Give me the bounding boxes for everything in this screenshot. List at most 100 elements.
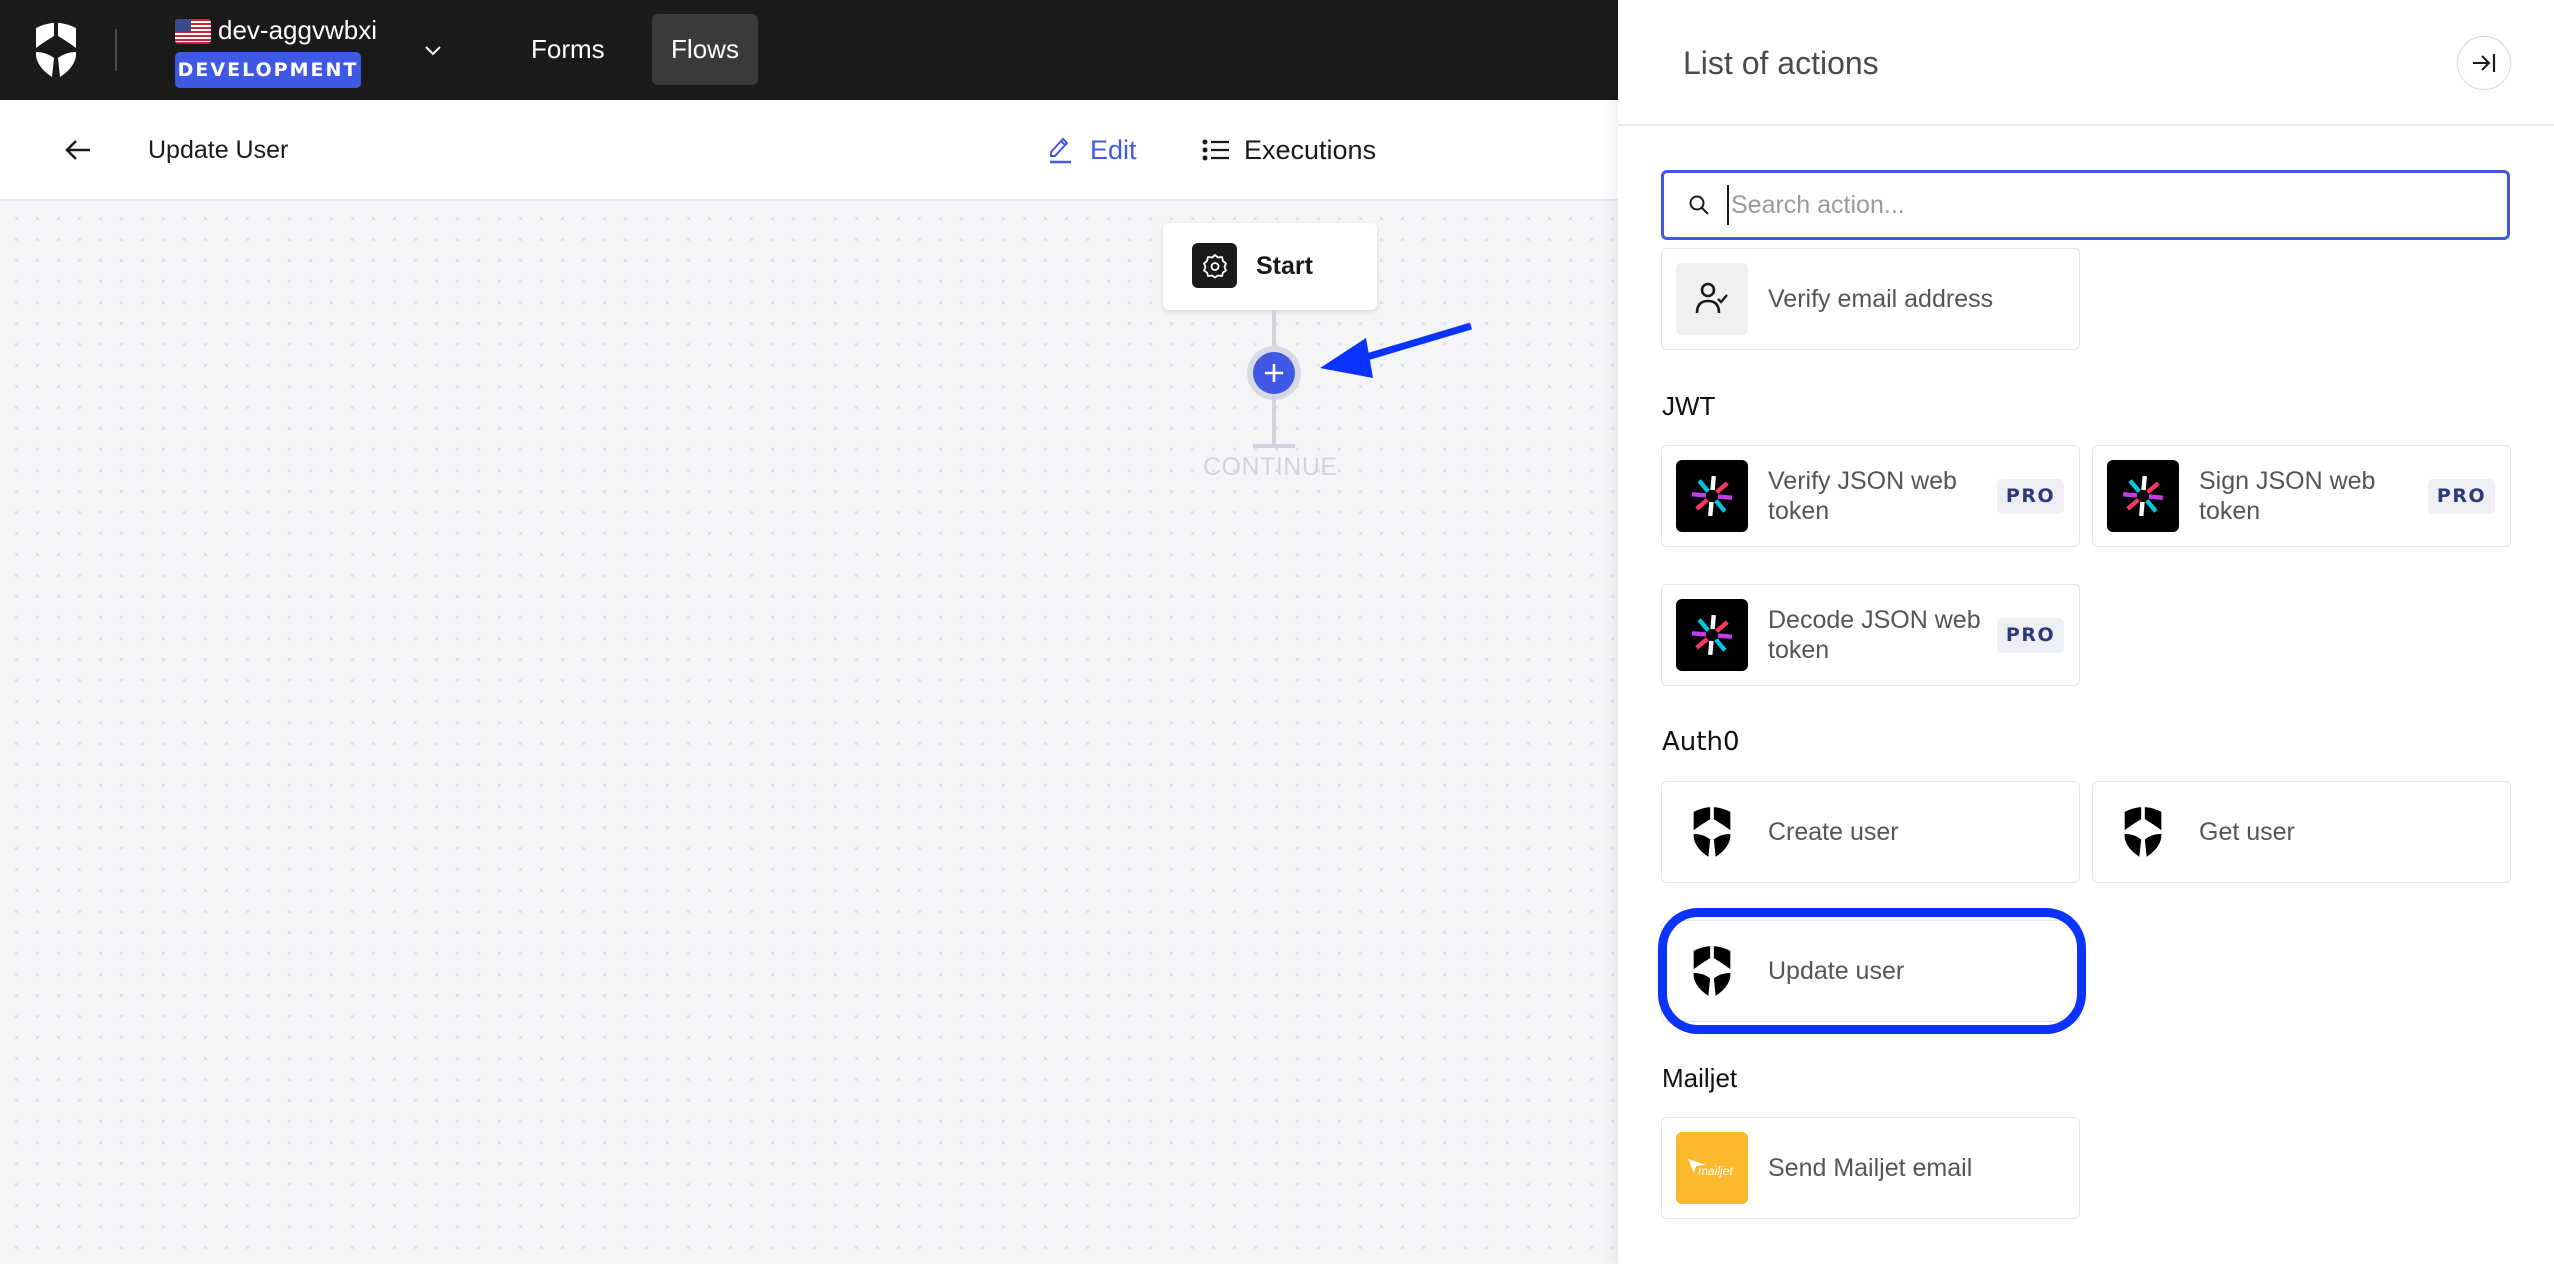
shield-segment (1693, 972, 1711, 996)
shield-segment (1713, 972, 1731, 996)
search-action-field[interactable] (1661, 170, 2510, 240)
action-label: Send Mailjet email (1768, 1154, 1973, 1182)
shield-segment (2124, 807, 2142, 831)
jwt-spoke (1695, 498, 1709, 511)
action-card-get-user[interactable]: Get user (2092, 781, 2511, 883)
action-label: Sign JSON web token (2199, 467, 2376, 525)
jwt-spoke (1717, 494, 1733, 500)
section-label-auth0: Auth0 (1662, 727, 1740, 757)
nav-divider (115, 29, 117, 71)
start-node-label: Start (1256, 252, 1313, 280)
user-check-icon (1695, 282, 1728, 314)
action-label: Verify email address (1768, 285, 1994, 313)
tab-edit-label: Edit (1090, 134, 1137, 165)
jwt-spoke (2141, 475, 2147, 491)
jwt-spoke (1691, 631, 1707, 637)
action-icon-box (2107, 460, 2179, 532)
action-card-verify-email[interactable]: Verify email address (1661, 248, 2080, 350)
jwt-spoke (1697, 479, 1710, 493)
action-icon-box (1676, 263, 1748, 335)
jwt-icon (1691, 475, 1733, 517)
chevron-down-icon[interactable] (421, 38, 445, 62)
action-icon-box (2107, 796, 2179, 868)
jwt-spoke (1715, 620, 1729, 633)
tab-executions[interactable]: Executions (1202, 130, 1376, 170)
shield-segment (1693, 946, 1711, 970)
start-node[interactable]: Start (1163, 223, 1377, 310)
mailjet-icon: mailjet (1688, 1159, 1733, 1178)
jwt-spoke (1708, 501, 1714, 517)
flow-title: Update User (148, 136, 289, 164)
action-label: Decode JSON web token (1768, 606, 1981, 664)
gear-icon (1202, 253, 1227, 278)
action-label: Create user (1768, 818, 1899, 846)
auth0-logo-icon[interactable] (32, 22, 80, 78)
actions-panel: List of actions Verify email address JWT (1618, 0, 2554, 1264)
add-step-circle (1253, 352, 1295, 394)
shield-segment (1713, 833, 1731, 857)
jwt-spoke (2122, 492, 2138, 498)
jwt-spoke (1715, 481, 1729, 494)
jwt-spoke (2126, 498, 2140, 511)
shield-segment (2124, 833, 2142, 857)
jwt-spoke (1714, 638, 1727, 652)
connector-line (1272, 310, 1276, 350)
plus-icon (1265, 364, 1283, 382)
jwt-spoke (2145, 499, 2158, 513)
mailjet-icon-text: mailjet (1698, 1164, 1733, 1178)
shield-segment (1693, 807, 1711, 831)
jwt-spoke (1710, 614, 1716, 630)
action-icon-box (1676, 460, 1748, 532)
pro-badge: PRO (2428, 479, 2495, 514)
jwt-spoke (2146, 481, 2160, 494)
back-arrow-icon[interactable] (62, 136, 94, 164)
jwt-spoke (1714, 499, 1727, 513)
action-icon-box (1676, 599, 1748, 671)
shield-segment (1693, 833, 1711, 857)
action-card-verify-jwt[interactable]: Verify JSON web token PRO (1661, 445, 2080, 547)
jwt-spoke (2148, 494, 2164, 500)
pro-badge: PRO (1997, 479, 2064, 514)
jwt-spoke (1691, 492, 1707, 498)
jwt-spoke (2128, 479, 2141, 493)
action-card-sign-jwt[interactable]: Sign JSON web token PRO (2092, 445, 2511, 547)
tab-edit[interactable]: Edit (1048, 130, 1137, 170)
connector-end-cap (1253, 444, 1295, 448)
jwt-spoke (1697, 618, 1710, 632)
action-card-decode-jwt[interactable]: Decode JSON web token PRO (1661, 584, 2080, 686)
flow-subheader: Update User Edit Executions (0, 100, 1618, 201)
collapse-right-icon (2473, 54, 2496, 72)
section-label-mailjet: Mailjet (1662, 1063, 1738, 1093)
auth0-shield-icon (1693, 946, 1731, 996)
close-panel-button[interactable] (2457, 36, 2511, 90)
tenant-name[interactable]: dev-aggvwbxi (218, 14, 377, 46)
action-card-send-mailjet[interactable]: mailjet Send Mailjet email (1661, 1117, 2080, 1219)
flow-canvas[interactable]: Start CONTINUE (0, 202, 1618, 1264)
environment-badge: DEVELOPMENT (175, 52, 361, 88)
tab-executions-label: Executions (1244, 134, 1377, 165)
nav-link-flows[interactable]: Flows (652, 14, 758, 85)
section-label-jwt: JWT (1662, 391, 1716, 421)
nav-link-forms[interactable]: Forms (511, 14, 625, 85)
panel-header: List of actions (1618, 0, 2554, 126)
jwt-spoke (1717, 633, 1733, 639)
action-card-update-user[interactable]: Update user (1661, 920, 2080, 1022)
top-navigation-bar: dev-aggvwbxi DEVELOPMENT Forms Flows (0, 0, 1618, 100)
jwt-spoke (2139, 501, 2145, 517)
us-flag-icon (175, 19, 211, 44)
auth0-shield-icon (2124, 807, 2162, 857)
jwt-icon (2122, 475, 2164, 517)
jwt-icon (1691, 614, 1733, 656)
continue-label: CONTINUE (1203, 453, 1338, 481)
search-action-input[interactable] (1727, 185, 2487, 225)
jwt-spoke (1708, 640, 1714, 656)
list-icon (1202, 139, 1229, 161)
add-step-button[interactable] (1247, 346, 1301, 400)
action-card-create-user[interactable]: Create user (1661, 781, 2080, 883)
connector-line (1272, 394, 1276, 446)
action-icon-box: mailjet (1676, 1132, 1748, 1204)
jwt-spoke (1710, 475, 1716, 491)
panel-title: List of actions (1683, 45, 1879, 81)
shield-segment (2144, 807, 2162, 831)
shield-segment (2144, 833, 2162, 857)
